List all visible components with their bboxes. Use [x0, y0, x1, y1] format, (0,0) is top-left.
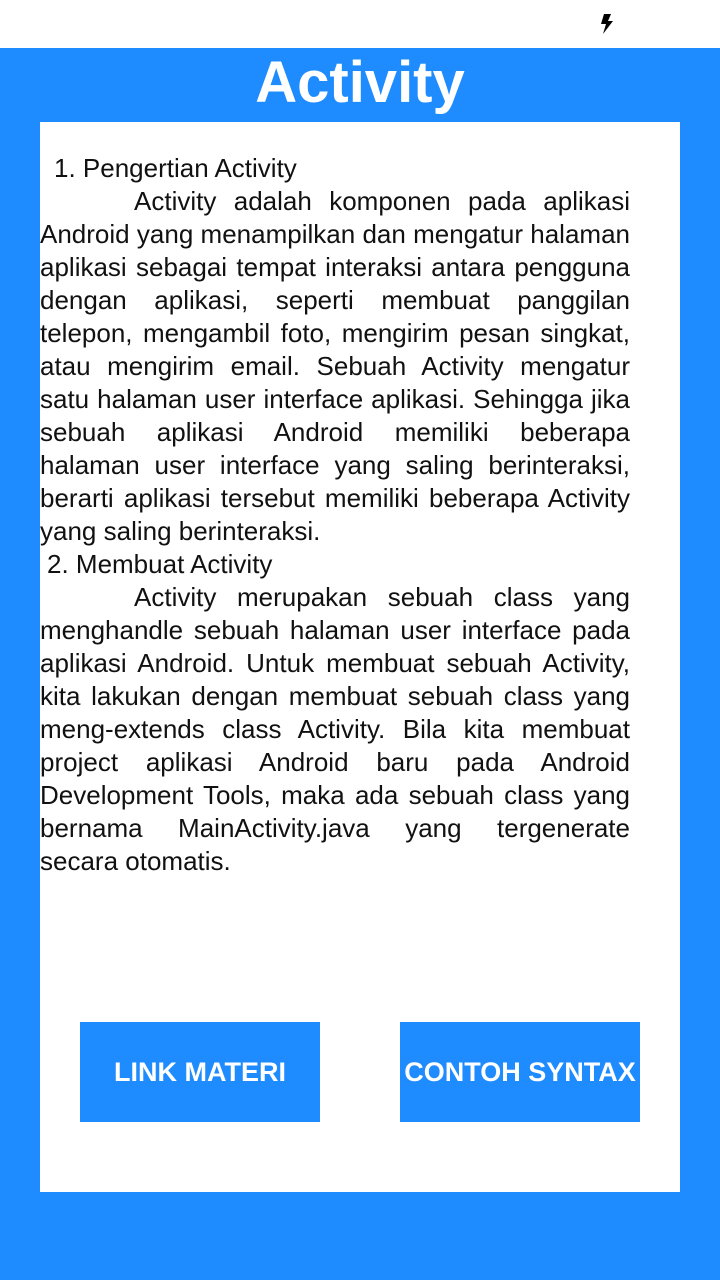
status-bar	[0, 0, 720, 48]
section1-heading: 1. Pengertian Activity	[54, 153, 297, 183]
section1-text: Activity adalah komponen pada aplikasi A…	[40, 186, 630, 546]
section2-text: Activity merupakan sebuah class yang men…	[40, 582, 630, 876]
page-title: Activity	[255, 50, 465, 115]
content-text: 1. Pengertian Activity Activity adalah k…	[40, 152, 630, 878]
section2-heading: 2. Membuat Activity	[47, 549, 273, 579]
contoh-syntax-button[interactable]: CONTOH SYNTAX	[400, 1022, 640, 1122]
content-card: 1. Pengertian Activity Activity adalah k…	[40, 122, 680, 1192]
link-materi-button[interactable]: LINK MATERI	[80, 1022, 320, 1122]
flash-icon	[601, 14, 613, 34]
